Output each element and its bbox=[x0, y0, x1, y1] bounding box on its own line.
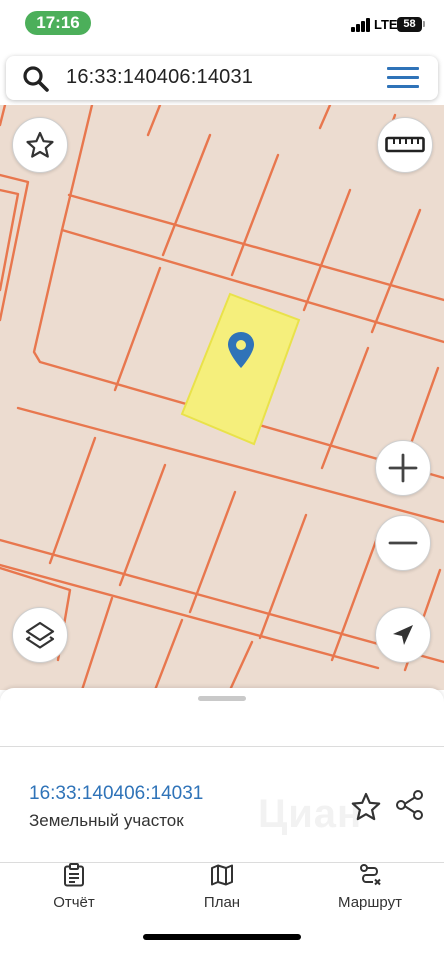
star-outline-icon bbox=[26, 131, 54, 158]
battery-icon: 58 bbox=[397, 17, 422, 32]
layers-button[interactable] bbox=[12, 607, 68, 663]
object-type-label: Земельный участок bbox=[29, 811, 184, 830]
map-plan-icon bbox=[211, 864, 233, 886]
search-input[interactable]: 16:33:140406:14031 bbox=[66, 66, 253, 89]
tab-route[interactable]: Маршрут bbox=[315, 863, 425, 911]
bottom-tab-bar: Отчёт План Маршрут bbox=[0, 863, 444, 923]
cadastral-number-link[interactable]: 16:33:140406:14031 bbox=[29, 783, 203, 805]
layers-icon bbox=[25, 621, 55, 649]
tab-plan-label: План bbox=[203, 894, 241, 911]
network-type: LTE bbox=[374, 17, 398, 32]
location-pin-icon[interactable] bbox=[227, 331, 255, 369]
navigation-arrow-icon bbox=[393, 625, 413, 645]
parcel-details-sheet[interactable]: Циан 16:33:140406:14031 Земельный участо… bbox=[0, 688, 444, 960]
status-time: 17:16 bbox=[25, 11, 91, 35]
zoom-out-button[interactable] bbox=[375, 515, 431, 571]
battery-tip bbox=[423, 21, 425, 27]
ruler-icon bbox=[385, 136, 425, 153]
plus-icon bbox=[388, 453, 418, 483]
route-icon bbox=[360, 864, 381, 886]
signal-strength-icon bbox=[351, 18, 371, 32]
clipboard-report-icon bbox=[64, 863, 84, 887]
search-bar[interactable]: 16:33:140406:14031 bbox=[6, 56, 438, 100]
cadastral-map[interactable] bbox=[0, 105, 444, 690]
ruler-button[interactable] bbox=[377, 117, 433, 173]
search-icon[interactable] bbox=[22, 65, 50, 93]
minus-icon bbox=[388, 541, 418, 545]
parcel-lines bbox=[0, 105, 444, 690]
sheet-divider-top bbox=[0, 746, 444, 747]
home-indicator[interactable] bbox=[143, 934, 301, 940]
watermark-logo: Циан bbox=[258, 792, 363, 836]
zoom-in-button[interactable] bbox=[375, 440, 431, 496]
favorite-map-button[interactable] bbox=[12, 117, 68, 173]
share-icon[interactable] bbox=[394, 789, 426, 821]
hamburger-menu-icon[interactable] bbox=[387, 67, 421, 89]
tab-plan[interactable]: План bbox=[167, 863, 277, 911]
tab-report[interactable]: Отчёт bbox=[19, 863, 129, 911]
tab-route-label: Маршрут bbox=[338, 894, 402, 911]
sheet-drag-handle[interactable] bbox=[198, 696, 246, 701]
star-outline-icon[interactable] bbox=[350, 791, 382, 823]
my-location-button[interactable] bbox=[375, 607, 431, 663]
status-bar: 17:16 LTE 58 bbox=[0, 0, 444, 48]
tab-report-label: Отчёт bbox=[53, 894, 95, 911]
